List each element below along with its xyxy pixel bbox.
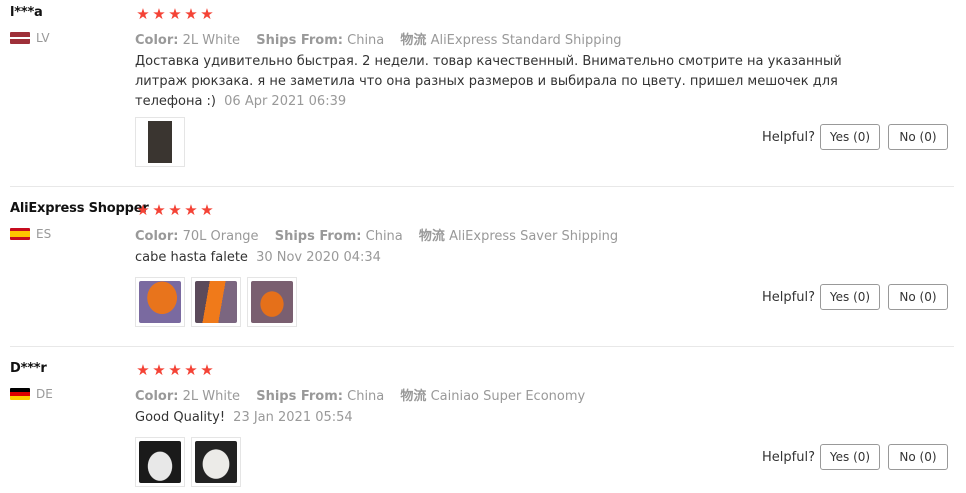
review-divider bbox=[10, 186, 954, 187]
country-code: ES bbox=[36, 227, 52, 241]
prop-key: Ships From: bbox=[256, 389, 343, 404]
helpful-no-button[interactable]: No (0) bbox=[888, 444, 948, 470]
prop-value: 2L White bbox=[182, 33, 241, 48]
order-properties: Color: 2L White Ships From: China 物流 Cai… bbox=[135, 385, 597, 404]
prop-value: AliExpress Standard Shipping bbox=[430, 33, 622, 48]
prop-key: Ships From: bbox=[256, 33, 343, 48]
review-image-thumbnail[interactable] bbox=[135, 277, 185, 327]
prop-key: 物流 bbox=[400, 389, 427, 404]
star-rating: ★ ★ ★ ★ ★ bbox=[135, 202, 215, 218]
review-date: 23 Jan 2021 05:54 bbox=[233, 410, 353, 425]
order-properties: Color: 70L Orange Ships From: China 物流 A… bbox=[135, 225, 630, 244]
reviewer-country: DE bbox=[10, 387, 53, 401]
reviewer-country: LV bbox=[10, 31, 50, 45]
order-properties: Color: 2L White Ships From: China 物流 Ali… bbox=[135, 29, 634, 48]
reviewer-name: AliExpress Shopper bbox=[10, 201, 149, 216]
star-icon: ★ bbox=[168, 201, 182, 219]
review-image-thumbnail[interactable] bbox=[247, 277, 297, 327]
review-body: Good Quality! bbox=[135, 410, 226, 425]
country-code: DE bbox=[36, 387, 53, 401]
prop-value: AliExpress Saver Shipping bbox=[449, 229, 619, 244]
flag-lv-icon bbox=[10, 32, 30, 44]
star-icon: ★ bbox=[168, 361, 182, 379]
star-icon: ★ bbox=[200, 361, 214, 379]
helpful-label: Helpful? bbox=[762, 450, 815, 465]
review-images bbox=[135, 277, 297, 327]
prop-value: China bbox=[347, 33, 385, 48]
flag-es-icon bbox=[10, 228, 30, 240]
star-icon: ★ bbox=[200, 201, 214, 219]
star-icon: ★ bbox=[184, 201, 198, 219]
country-code: LV bbox=[36, 31, 50, 45]
review-divider bbox=[10, 346, 954, 347]
helpful-no-button[interactable]: No (0) bbox=[888, 124, 948, 150]
review-date: 30 Nov 2020 04:34 bbox=[256, 250, 381, 265]
prop-key: Ships From: bbox=[274, 229, 362, 244]
star-rating: ★ ★ ★ ★ ★ bbox=[135, 6, 215, 22]
star-icon: ★ bbox=[136, 5, 150, 23]
helpful-yes-button[interactable]: Yes (0) bbox=[820, 444, 880, 470]
helpful-label: Helpful? bbox=[762, 290, 815, 305]
prop-value: China bbox=[365, 229, 403, 244]
star-icon: ★ bbox=[152, 201, 166, 219]
review-date: 06 Apr 2021 06:39 bbox=[224, 94, 347, 109]
helpful-yes-button[interactable]: Yes (0) bbox=[820, 124, 880, 150]
star-icon: ★ bbox=[168, 5, 182, 23]
prop-value: China bbox=[347, 389, 385, 404]
star-icon: ★ bbox=[184, 5, 198, 23]
prop-key: Color: bbox=[135, 229, 179, 244]
prop-value: 2L White bbox=[182, 389, 241, 404]
prop-key: 物流 bbox=[418, 229, 445, 244]
prop-key: Color: bbox=[135, 389, 179, 404]
reviewer-name: D***r bbox=[10, 361, 47, 376]
flag-de-icon bbox=[10, 388, 30, 400]
star-icon: ★ bbox=[136, 201, 150, 219]
helpful-yes-button[interactable]: Yes (0) bbox=[820, 284, 880, 310]
star-icon: ★ bbox=[152, 5, 166, 23]
star-icon: ★ bbox=[152, 361, 166, 379]
review-text: cabe hasta falete 30 Nov 2020 04:34 bbox=[135, 248, 855, 268]
review-text: Доставка удивительно быстрая. 2 недели. … bbox=[135, 52, 855, 112]
review-images bbox=[135, 117, 185, 167]
prop-key: Color: bbox=[135, 33, 179, 48]
reviewer-country: ES bbox=[10, 227, 51, 241]
review-images bbox=[135, 437, 241, 487]
prop-value: 70L Orange bbox=[182, 229, 259, 244]
review-image-thumbnail[interactable] bbox=[191, 437, 241, 487]
review-body: cabe hasta falete bbox=[135, 250, 248, 265]
review-image-thumbnail[interactable] bbox=[135, 437, 185, 487]
helpful-no-button[interactable]: No (0) bbox=[888, 284, 948, 310]
star-icon: ★ bbox=[200, 5, 214, 23]
review-text: Good Quality! 23 Jan 2021 05:54 bbox=[135, 408, 855, 428]
prop-key: 物流 bbox=[400, 33, 427, 48]
helpful-label: Helpful? bbox=[762, 130, 815, 145]
review-image-thumbnail[interactable] bbox=[191, 277, 241, 327]
star-icon: ★ bbox=[184, 361, 198, 379]
star-icon: ★ bbox=[136, 361, 150, 379]
star-rating: ★ ★ ★ ★ ★ bbox=[135, 362, 215, 378]
review-image-thumbnail[interactable] bbox=[135, 117, 185, 167]
prop-value: Cainiao Super Economy bbox=[430, 389, 586, 404]
reviewer-name: l***a bbox=[10, 5, 43, 20]
